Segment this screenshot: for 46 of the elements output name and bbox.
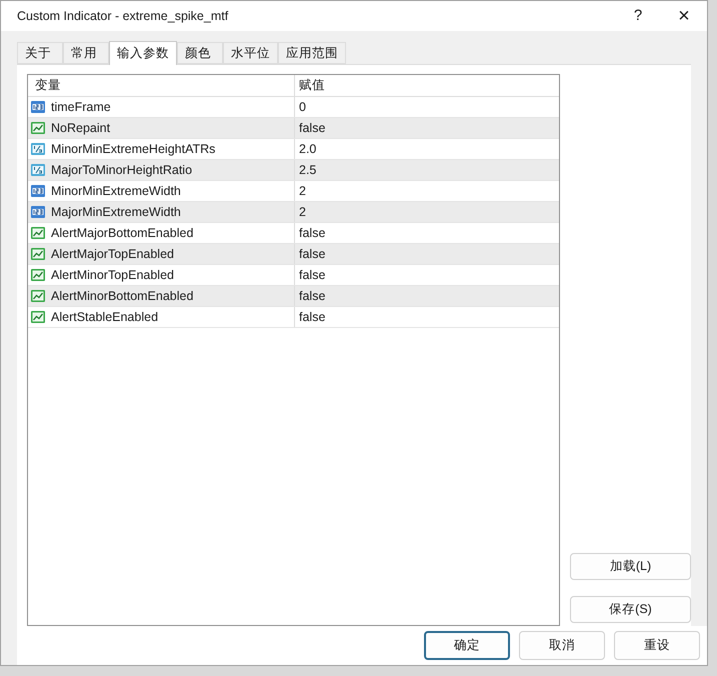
parameter-name: MinorMinExtremeWidth bbox=[51, 182, 181, 200]
number-type-icon bbox=[30, 99, 46, 115]
parameter-name: MajorMinExtremeWidth bbox=[51, 204, 181, 221]
tab[interactable]: 颜色 bbox=[177, 42, 223, 64]
chart-type-icon bbox=[30, 309, 46, 325]
parameter-name: AlertStableEnabled bbox=[51, 308, 158, 326]
chart-type-icon bbox=[30, 267, 46, 283]
close-button[interactable]: × bbox=[661, 1, 707, 31]
number-type-icon bbox=[30, 204, 46, 220]
parameter-value[interactable]: false bbox=[295, 223, 326, 243]
parameter-value[interactable]: 2.5 bbox=[295, 160, 316, 180]
fraction-type-icon bbox=[30, 162, 46, 178]
parameter-name: AlertMajorTopEnabled bbox=[51, 246, 174, 263]
parameter-value[interactable]: false bbox=[295, 286, 326, 306]
chart-type-icon bbox=[30, 225, 46, 241]
number-type-icon bbox=[30, 183, 46, 199]
dialog-button[interactable]: 取消 bbox=[519, 631, 605, 660]
parameter-name: timeFrame bbox=[51, 98, 111, 116]
side-button[interactable]: 加载(L) bbox=[570, 553, 691, 580]
side-button[interactable]: 保存(S) bbox=[570, 596, 691, 623]
parameter-value[interactable]: 2 bbox=[295, 202, 306, 222]
parameter-value[interactable]: 2 bbox=[295, 181, 306, 201]
tab[interactable]: 输入参数 bbox=[109, 41, 177, 65]
tab[interactable]: 关于 bbox=[17, 42, 63, 64]
help-button[interactable]: ? bbox=[615, 1, 661, 31]
parameter-value[interactable]: false bbox=[295, 307, 326, 327]
parameter-name: AlertMinorTopEnabled bbox=[51, 266, 174, 284]
parameter-value[interactable]: false bbox=[295, 244, 326, 264]
column-header[interactable]: 变量 bbox=[28, 75, 295, 96]
dialog-button[interactable]: 重设 bbox=[614, 631, 700, 660]
tab[interactable]: 应用范围 bbox=[278, 42, 346, 64]
parameter-name: MajorToMinorHeightRatio bbox=[51, 162, 192, 179]
column-header[interactable]: 赋值 bbox=[295, 75, 325, 96]
window-title: Custom Indicator - extreme_spike_mtf bbox=[17, 8, 228, 25]
parameter-name: MinorMinExtremeHeightATRs bbox=[51, 140, 216, 158]
parameter-value[interactable]: false bbox=[295, 265, 326, 285]
dialog-button[interactable]: 确定 bbox=[424, 631, 510, 660]
parameter-name: NoRepaint bbox=[51, 120, 110, 137]
tab[interactable]: 水平位 bbox=[223, 42, 278, 64]
tab[interactable]: 常用 bbox=[63, 42, 109, 64]
parameter-value[interactable]: false bbox=[295, 118, 326, 138]
parameter-name: AlertMajorBottomEnabled bbox=[51, 224, 194, 242]
parameter-value[interactable]: 2.0 bbox=[295, 139, 316, 159]
parameter-name: AlertMinorBottomEnabled bbox=[51, 288, 194, 305]
parameter-value[interactable]: 0 bbox=[295, 97, 306, 117]
fraction-type-icon bbox=[30, 141, 46, 157]
